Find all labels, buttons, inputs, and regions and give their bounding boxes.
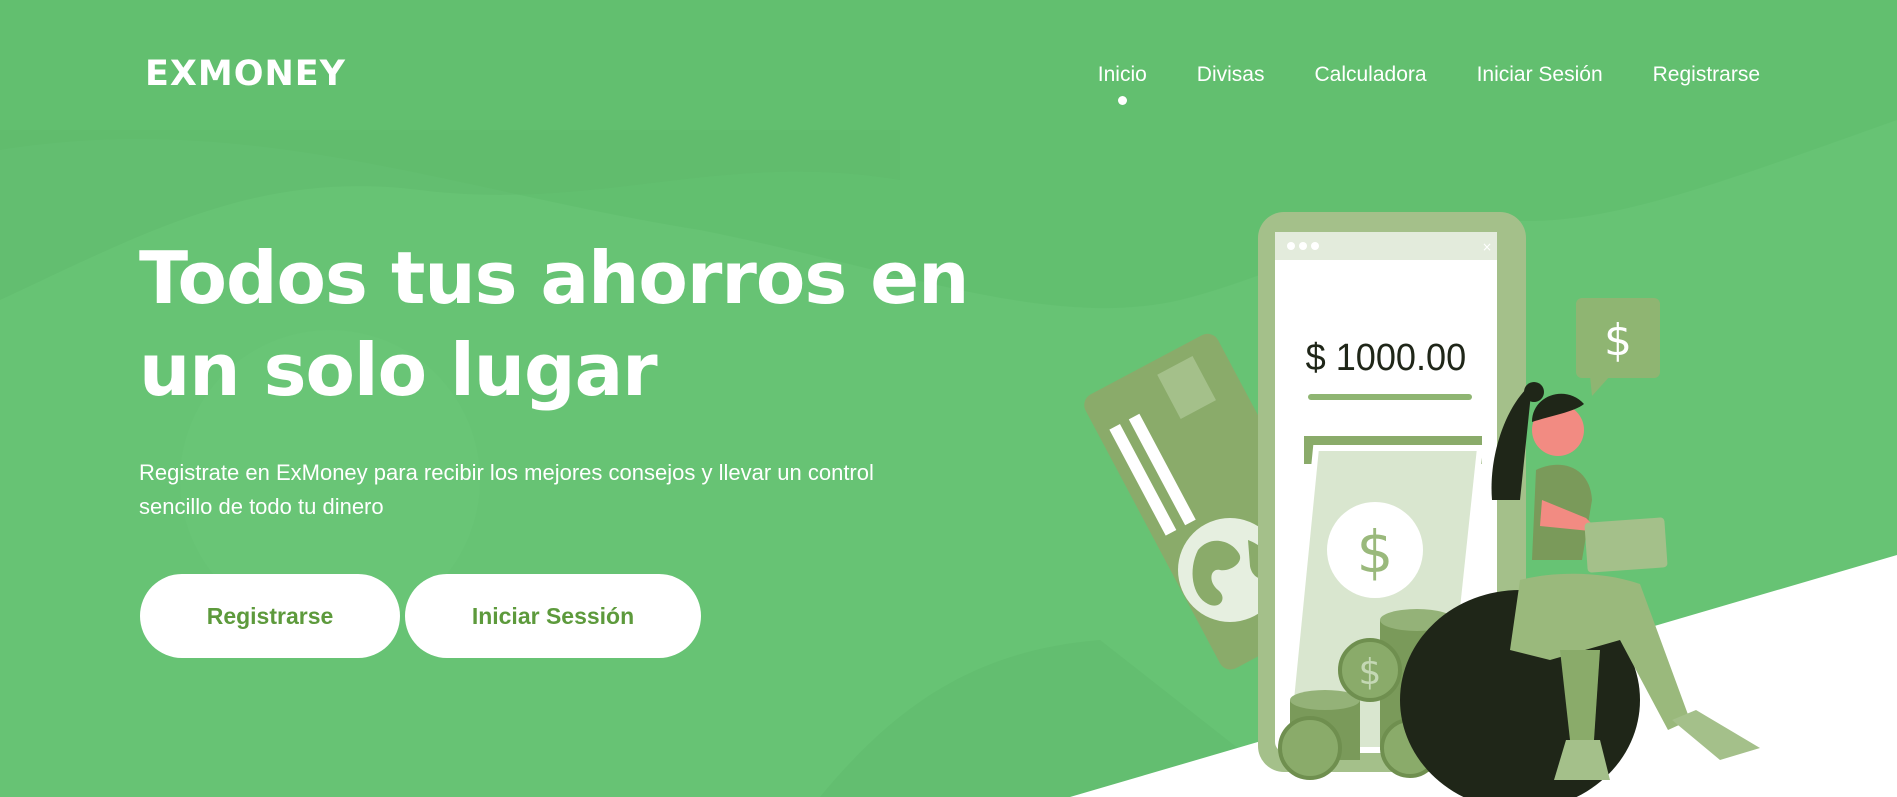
nav-item-label: Inicio — [1097, 63, 1147, 86]
hero-subtitle-line-1: Registrate en ExMoney para recibir los m… — [139, 460, 874, 485]
nav-item-label: Registrarse — [1652, 63, 1760, 86]
hero-title: Todos tus ahorros en un solo lugar — [139, 232, 969, 416]
hero-subtitle-line-2: sencillo de todo tu dinero — [139, 494, 384, 519]
hero-title-line-1: Todos tus ahorros en — [139, 236, 969, 320]
site-header: EXMONEY Inicio Divisas Calculadora Inici… — [0, 0, 1897, 140]
bubble-dollar-symbol: $ — [1604, 315, 1632, 366]
hero-subtitle: Registrate en ExMoney para recibir los m… — [139, 456, 919, 524]
nav-item-divisas[interactable]: Divisas — [1197, 60, 1265, 90]
nav-item-inicio[interactable]: Inicio — [1097, 60, 1147, 105]
nav-item-registrarse[interactable]: Registrarse — [1653, 60, 1760, 90]
dollar-speech-bubble-icon: $ — [1576, 298, 1660, 396]
active-indicator-dot — [1118, 96, 1128, 105]
register-button[interactable]: Registrarse — [140, 574, 400, 658]
exmoney-logo[interactable]: EXMONEY — [145, 54, 360, 94]
svg-text:×: × — [1482, 240, 1492, 254]
nav-item-label: Calculadora — [1314, 63, 1427, 86]
hero-title-line-2: un solo lugar — [139, 328, 658, 412]
phone-amount: $ 1000.00 — [1306, 335, 1467, 378]
nav-item-label: Divisas — [1196, 63, 1265, 86]
login-button[interactable]: Iniciar Sessión — [405, 574, 701, 658]
nav-item-label: Iniciar Sesión — [1476, 63, 1603, 86]
savings-illustration: × $ 1000.00 $ $ $ — [1084, 212, 1760, 797]
nav-item-iniciar-sesion[interactable]: Iniciar Sesión — [1477, 60, 1603, 90]
bill-dollar-symbol: $ — [1357, 518, 1394, 586]
coin-dollar-symbol: $ — [1359, 652, 1382, 693]
main-nav: Inicio Divisas Calculadora Iniciar Sesió… — [1097, 60, 1760, 105]
nav-item-calculadora[interactable]: Calculadora — [1314, 60, 1426, 90]
logo-text: EXMONEY — [145, 54, 347, 94]
